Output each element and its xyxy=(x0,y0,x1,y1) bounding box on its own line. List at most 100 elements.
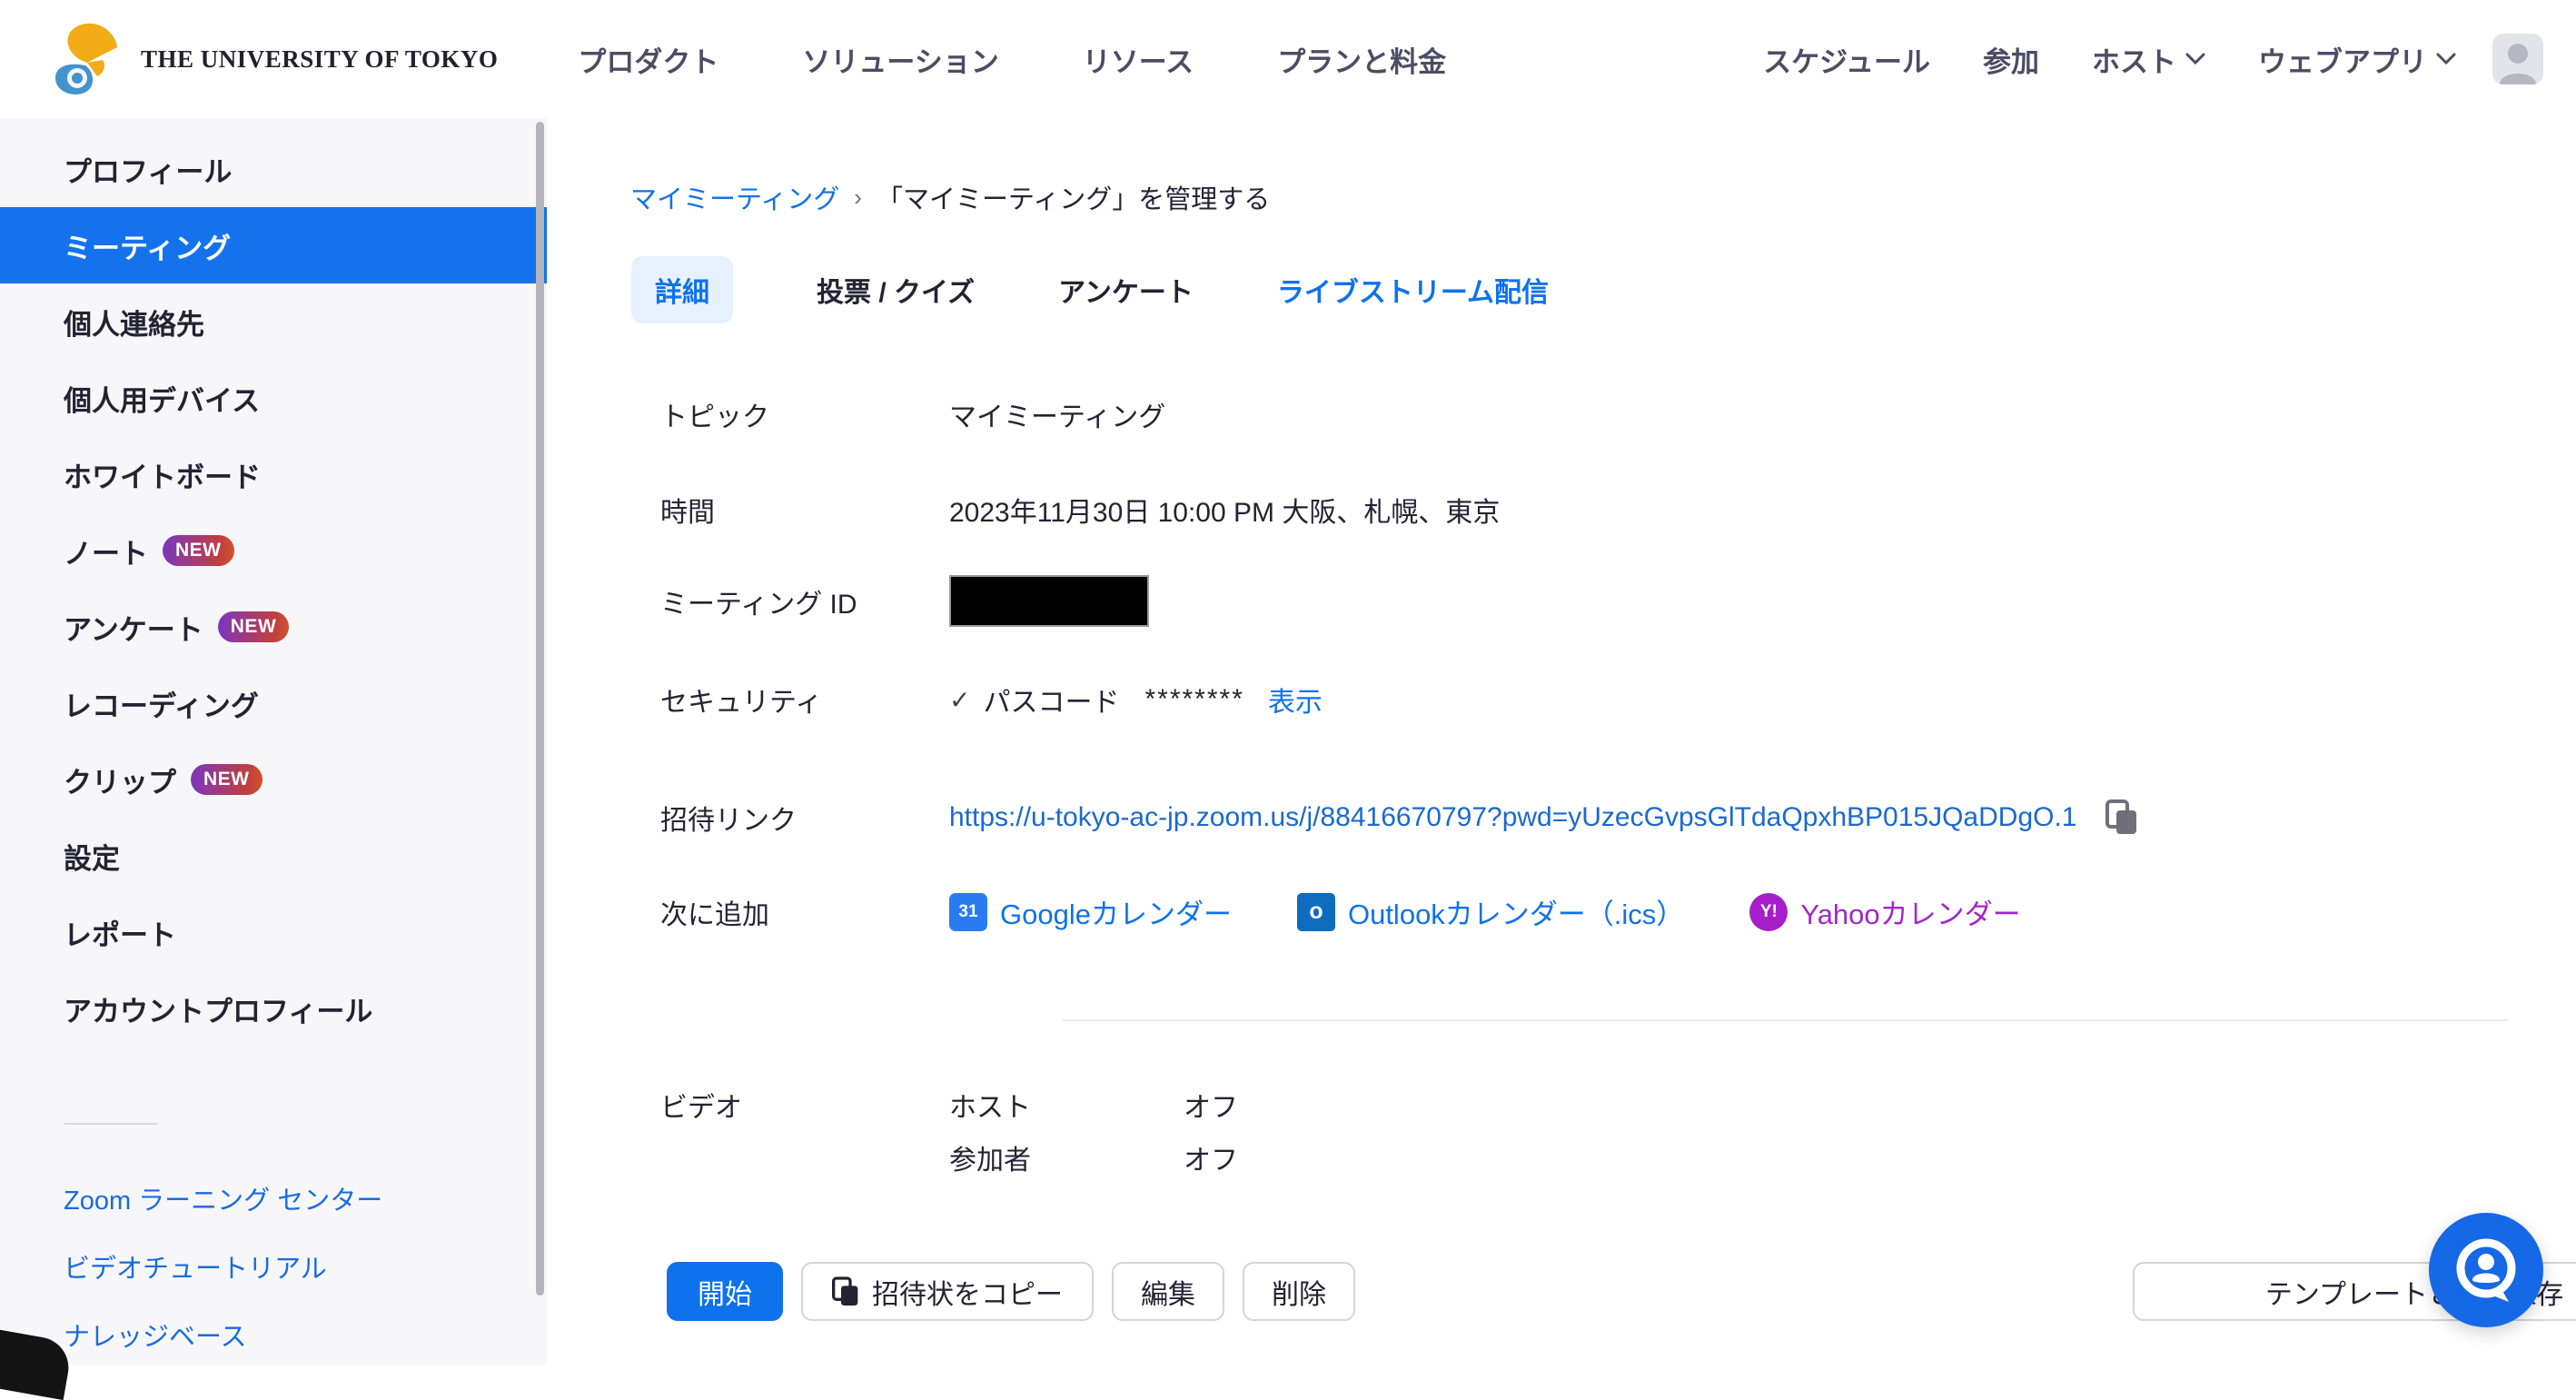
support-chat-button[interactable] xyxy=(2429,1213,2543,1327)
invite-link-label: 招待リンク xyxy=(660,798,949,838)
person-chat-bubble-icon xyxy=(2451,1235,2522,1306)
new-badge: NEW xyxy=(191,764,263,794)
sidebar-item-clips[interactable]: クリップ NEW xyxy=(0,741,547,818)
copy-icon xyxy=(2105,799,2138,836)
copy-icon xyxy=(832,1276,859,1307)
sidebar-item-label: ミーティング xyxy=(64,225,231,266)
topic-label: トピック xyxy=(660,394,949,434)
sidebar-item-reports[interactable]: レポート xyxy=(0,894,547,970)
tab-polls-quizzes[interactable]: 投票 / クイズ xyxy=(817,270,975,310)
chevron-down-icon xyxy=(2185,53,2205,65)
new-badge: NEW xyxy=(163,535,234,565)
action-buttons: 開始 招待状をコピー 編集 削除 xyxy=(667,1262,1355,1321)
breadcrumb-my-meetings-link[interactable]: マイミーティング xyxy=(630,178,839,216)
sidebar-item-label: クリップ xyxy=(64,760,176,800)
edit-button[interactable]: 編集 xyxy=(1112,1262,1224,1321)
sidebar-footer-links: Zoom ラーニング センター ビデオチュートリアル ナレッジベース xyxy=(64,1179,382,1354)
sidebar-scrollbar[interactable] xyxy=(536,122,544,1296)
outlook-calendar-link[interactable]: o Outlookカレンダー（.ics） xyxy=(1297,891,1684,932)
start-button[interactable]: 開始 xyxy=(667,1262,783,1321)
meeting-id-label: ミーティング ID xyxy=(660,581,949,621)
sidebar-item-label: プロフィール xyxy=(64,149,232,190)
row-invite-link: 招待リンク https://u-tokyo-ac-jp.zoom.us/j/88… xyxy=(660,798,2138,838)
sidebar-item-label: 個人用デバイス xyxy=(64,378,260,419)
tab-details[interactable]: 詳細 xyxy=(631,256,733,323)
sidebar: プロフィール ミーティング 個人連絡先 個人用デバイス ホワイトボード ノート N… xyxy=(0,118,547,1365)
video-host-label: ホスト xyxy=(949,1085,1184,1125)
sidebar-item-account-profile[interactable]: アカウントプロフィール xyxy=(0,970,547,1047)
utokyo-logo[interactable]: THE UNIVERSITY OF TOKYO xyxy=(50,20,498,98)
person-icon xyxy=(2492,37,2543,84)
meeting-id-redacted xyxy=(949,575,1149,627)
nav-schedule[interactable]: スケジュール xyxy=(1763,39,1930,80)
link-video-tutorials[interactable]: ビデオチュートリアル xyxy=(64,1247,382,1286)
show-passcode-link[interactable]: 表示 xyxy=(1268,680,1323,720)
row-meeting-id: ミーティング ID xyxy=(660,575,1149,627)
top-header: THE UNIVERSITY OF TOKYO プロダクト ソリューション リソ… xyxy=(0,0,2576,118)
sidebar-item-notes[interactable]: ノート NEW xyxy=(0,512,547,589)
sidebar-item-settings[interactable]: 設定 xyxy=(0,818,547,894)
link-knowledge-base[interactable]: ナレッジベース xyxy=(64,1316,382,1354)
nav-webapp[interactable]: ウェブアプリ xyxy=(2258,39,2456,80)
nav-host[interactable]: ホスト xyxy=(2092,39,2205,80)
new-badge: NEW xyxy=(218,611,290,641)
tab-live-streaming[interactable]: ライブストリーム配信 xyxy=(1277,270,1549,310)
outlook-calendar-icon: o xyxy=(1297,893,1335,931)
sidebar-item-label: アンケート xyxy=(64,607,203,648)
sidebar-item-devices[interactable]: 個人用デバイス xyxy=(0,360,547,436)
sidebar-item-whiteboard[interactable]: ホワイトボード xyxy=(0,436,547,512)
nav-plans-pricing[interactable]: プランと料金 xyxy=(1277,39,1446,80)
row-video-host: ビデオ ホスト オフ xyxy=(660,1085,1238,1125)
primary-nav: プロダクト ソリューション リソース プランと料金 xyxy=(578,39,1446,80)
copy-link-button[interactable] xyxy=(2105,799,2138,836)
tab-surveys[interactable]: アンケート xyxy=(1058,270,1194,310)
security-label: セキュリティ xyxy=(660,680,949,720)
sidebar-item-label: ノート xyxy=(64,531,148,571)
video-participant-value: オフ xyxy=(1184,1137,1238,1177)
account-nav: スケジュール 参加 ホスト ウェブアプリ xyxy=(1763,39,2456,80)
sidebar-item-label: ホワイトボード xyxy=(64,454,261,495)
user-avatar[interactable] xyxy=(2492,34,2543,84)
nav-solutions[interactable]: ソリューション xyxy=(802,39,998,80)
sidebar-item-surveys[interactable]: アンケート NEW xyxy=(0,589,547,665)
breadcrumb-separator: › xyxy=(854,184,862,212)
delete-button[interactable]: 削除 xyxy=(1243,1262,1355,1321)
google-calendar-link[interactable]: 31 Googleカレンダー xyxy=(949,891,1232,932)
sidebar-item-label: 設定 xyxy=(64,836,120,877)
time-value: 2023年11月30日 10:00 PM 大阪、札幌、東京 xyxy=(949,490,1500,530)
chevron-down-icon xyxy=(2436,53,2456,65)
topic-value: マイミーティング xyxy=(949,394,1165,434)
row-security: セキュリティ ✓ パスコード ******** 表示 xyxy=(660,680,1323,720)
logo-text: THE UNIVERSITY OF TOKYO xyxy=(141,45,498,74)
yahoo-calendar-link[interactable]: Y! Yahooカレンダー xyxy=(1749,891,2020,932)
video-label: ビデオ xyxy=(660,1085,949,1125)
row-time: 時間 2023年11月30日 10:00 PM 大阪、札幌、東京 xyxy=(660,490,1500,530)
calendar-links: 31 Googleカレンダー o Outlookカレンダー（.ics） Y! Y… xyxy=(949,891,2021,932)
row-topic: トピック マイミーティング xyxy=(660,394,1165,434)
copy-invitation-button[interactable]: 招待状をコピー xyxy=(801,1262,1094,1321)
video-participant-label: 参加者 xyxy=(949,1137,1184,1177)
sidebar-item-profile[interactable]: プロフィール xyxy=(0,131,547,207)
sidebar-item-label: レポート xyxy=(64,912,176,953)
time-label: 時間 xyxy=(660,490,949,530)
sidebar-menu: プロフィール ミーティング 個人連絡先 個人用デバイス ホワイトボード ノート N… xyxy=(0,118,547,1047)
passcode-mask: ******** xyxy=(1144,684,1243,715)
nav-join[interactable]: 参加 xyxy=(1983,39,2039,80)
sidebar-item-contacts[interactable]: 個人連絡先 xyxy=(0,283,547,360)
breadcrumb: マイミーティング › 「マイミーティング」を管理する xyxy=(630,178,1270,216)
outlook-calendar-label: Outlookカレンダー（.ics） xyxy=(1348,891,1684,932)
sidebar-item-meetings[interactable]: ミーティング xyxy=(0,207,547,283)
sidebar-item-label: レコーディング xyxy=(64,683,259,724)
checkmark-icon: ✓ xyxy=(949,685,970,715)
sidebar-item-recordings[interactable]: レコーディング xyxy=(0,665,547,741)
invite-link-url[interactable]: https://u-tokyo-ac-jp.zoom.us/j/88416670… xyxy=(949,802,2076,833)
google-calendar-label: Googleカレンダー xyxy=(1000,891,1232,932)
link-learning-center[interactable]: Zoom ラーニング センター xyxy=(64,1179,382,1217)
nav-products[interactable]: プロダクト xyxy=(578,39,718,80)
yahoo-calendar-label: Yahooカレンダー xyxy=(1800,891,2020,932)
row-video-participant: 参加者 オフ xyxy=(660,1137,1238,1177)
sidebar-item-label: 個人連絡先 xyxy=(64,302,204,343)
nav-resources[interactable]: リソース xyxy=(1083,39,1194,80)
copy-invitation-label: 招待状をコピー xyxy=(872,1272,1063,1312)
meeting-tabs: 詳細 投票 / クイズ アンケート ライブストリーム配信 xyxy=(631,256,1549,323)
